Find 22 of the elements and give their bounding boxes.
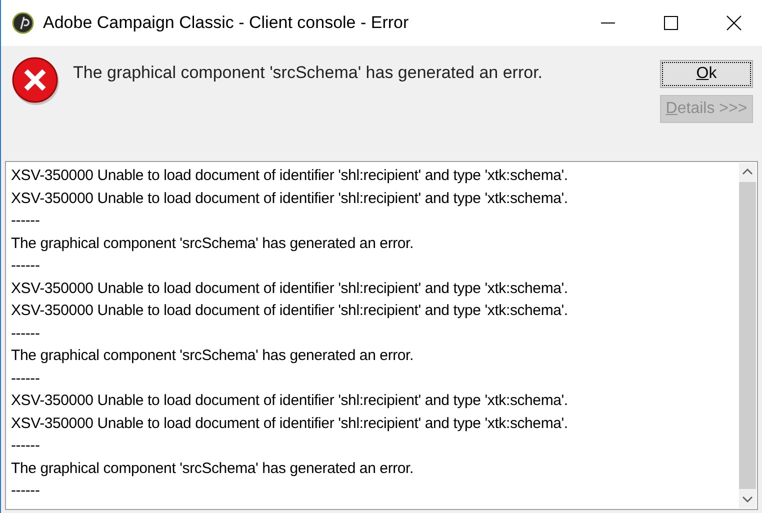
log-line: ------ xyxy=(11,368,41,388)
close-icon[interactable] xyxy=(726,15,742,31)
log-line: The graphical component 'srcSchema' has generated an error. xyxy=(11,234,414,254)
log-line: XSV-350000 Unable to load document of identifier 'shl:recipient' and type 'xtk:schema'. xyxy=(11,188,569,208)
log-line: XSV-350000 Unable to load document of identifier 'shl:recipient' and type 'xtk:schema'. xyxy=(11,166,569,186)
log-line: ------ xyxy=(11,481,41,501)
ok-button[interactable]: Ok xyxy=(660,60,753,88)
window-title: Adobe Campaign Classic - Client console - Error xyxy=(43,13,409,33)
log-line: The graphical component 'srcSchema' has generated an error. xyxy=(11,346,414,366)
log-line: ------ xyxy=(11,436,41,456)
log-line: ------ xyxy=(11,324,41,344)
log-line: ------ xyxy=(11,256,41,276)
maximize-icon[interactable] xyxy=(663,15,679,31)
log-line: ------ xyxy=(11,211,41,231)
error-message: The graphical component 'srcSchema' has generated an error. xyxy=(73,63,544,83)
log-line: XSV-350000 Unable to load document of identifier 'shl:recipient' and type 'xtk:schema'. xyxy=(11,278,569,298)
error-icon xyxy=(11,56,61,106)
log-line: The graphical component 'srcSchema' has generated an error. xyxy=(11,458,414,478)
log-line: XSV-350000 Unable to load document of identifier 'shl:recipient' and type 'xtk:schema'. xyxy=(11,301,569,321)
log-line: XSV-350000 Unable to load document of identifier 'shl:recipient' and type 'xtk:schema'. xyxy=(11,414,569,434)
app-logo-icon xyxy=(12,12,34,34)
log-line: XSV-350000 Unable to load document of identifier 'shl:recipient' and type 'xtk:schema'. xyxy=(11,391,569,411)
